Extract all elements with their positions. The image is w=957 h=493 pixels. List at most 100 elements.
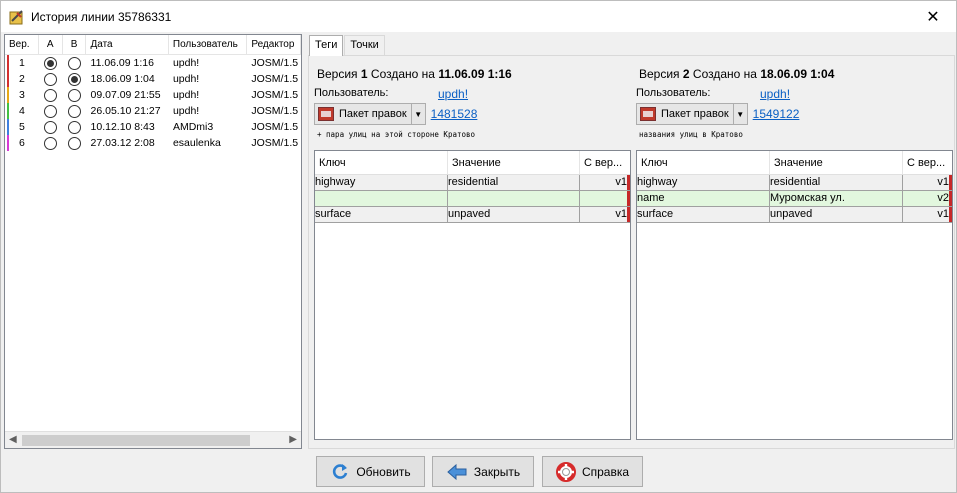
radio-a[interactable] xyxy=(39,56,63,70)
version-b-changeset-label: Пакет правок xyxy=(661,108,729,120)
version-b-changeset-link[interactable]: 1549122 xyxy=(753,107,800,121)
radio-a[interactable] xyxy=(39,120,63,134)
version-b-changeset-button[interactable]: Пакет правок xyxy=(636,103,734,125)
version-color-bar xyxy=(7,87,9,103)
radio-a[interactable] xyxy=(39,136,63,150)
version-b-number: 2 xyxy=(682,67,690,81)
radio-b[interactable] xyxy=(63,72,87,86)
radio-a[interactable] xyxy=(39,104,63,118)
history-row[interactable]: 3 09.07.09 21:55 updh! JOSM/1.5 ( xyxy=(5,87,301,103)
radio-b[interactable] xyxy=(63,120,87,134)
tag-value xyxy=(448,191,580,206)
refresh-label: Обновить xyxy=(356,464,411,479)
col-editor[interactable]: Редактор xyxy=(247,35,301,54)
tab-nodes[interactable]: Точки xyxy=(344,35,385,55)
col-version[interactable]: Вер. xyxy=(5,35,39,54)
radio-b[interactable] xyxy=(63,88,87,102)
row-date: 10.12.10 8:43 xyxy=(90,121,155,133)
radio-b-button[interactable] xyxy=(68,88,82,102)
help-button[interactable]: Справка xyxy=(542,456,643,487)
row-date: 27.03.12 2:08 xyxy=(90,137,155,149)
radio-a[interactable] xyxy=(39,72,63,86)
version-b-changeset-row: Пакет правок ▼ 1549122 xyxy=(636,103,834,125)
row-date: 18.06.09 1:04 xyxy=(90,73,155,85)
tag-row[interactable]: surface unpaved v1 xyxy=(315,207,630,223)
tag-marker xyxy=(627,191,630,206)
scroll-left-icon[interactable]: ◀ xyxy=(9,434,17,445)
row-user: AMDmi3 xyxy=(172,121,214,133)
radio-a-button[interactable] xyxy=(44,104,58,118)
version-a-prefix: Версия xyxy=(317,67,361,81)
close-label: Закрыть xyxy=(473,464,521,479)
tag-marker xyxy=(627,175,630,190)
tag-row[interactable]: highway residential v1 xyxy=(637,175,952,191)
changeset-icon xyxy=(640,107,656,121)
history-row[interactable]: 6 27.03.12 2:08 esaulenka JOSM/1.5 ( xyxy=(5,135,301,151)
version-a-changeset-button[interactable]: Пакет правок xyxy=(314,103,412,125)
radio-a-button[interactable] xyxy=(44,72,58,86)
chevron-down-icon[interactable]: ▼ xyxy=(411,103,426,125)
radio-a-button[interactable] xyxy=(44,120,58,134)
tag-value: unpaved xyxy=(770,207,903,222)
panel-splitter[interactable] xyxy=(304,34,307,449)
history-row[interactable]: 4 26.05.10 21:27 updh! JOSM/1.5 ( xyxy=(5,103,301,119)
radio-b[interactable] xyxy=(63,56,87,70)
version-a-tag-rows: highway residential v1 surface unpaved v1 xyxy=(315,175,630,223)
version-a-tag-header: Ключ Значение С вер... xyxy=(315,151,630,175)
row-version: 3 xyxy=(19,89,25,101)
col-since[interactable]: С вер... xyxy=(903,151,952,174)
row-version: 5 xyxy=(19,121,25,133)
tag-row[interactable]: highway residential v1 xyxy=(315,175,630,191)
title-bar: История линии 35786331 ✕ xyxy=(1,1,956,32)
row-editor: JOSM/1.5 ( xyxy=(251,73,302,85)
josm-app-icon xyxy=(9,9,25,25)
radio-a[interactable] xyxy=(39,88,63,102)
col-since[interactable]: С вер... xyxy=(580,151,630,174)
version-b-tag-header: Ключ Значение С вер... xyxy=(637,151,952,175)
row-date: 26.05.10 21:27 xyxy=(90,105,161,117)
scroll-thumb[interactable] xyxy=(22,435,250,446)
col-key[interactable]: Ключ xyxy=(315,151,448,174)
version-b-prefix: Версия xyxy=(639,67,683,81)
radio-b-button[interactable] xyxy=(68,136,82,150)
col-key[interactable]: Ключ xyxy=(637,151,770,174)
close-icon[interactable]: ✕ xyxy=(910,1,956,32)
version-a-changeset-link[interactable]: 1481528 xyxy=(431,107,478,121)
radio-b[interactable] xyxy=(63,136,87,150)
refresh-button[interactable]: Обновить xyxy=(316,456,425,487)
radio-b[interactable] xyxy=(63,104,87,118)
changeset-icon xyxy=(318,107,334,121)
tag-row[interactable]: surface unpaved v1 xyxy=(637,207,952,223)
tag-row[interactable]: name Муромская ул. v2 xyxy=(637,191,952,207)
radio-b-button[interactable] xyxy=(68,104,82,118)
radio-b-button[interactable] xyxy=(68,56,82,70)
tag-value: Муромская ул. xyxy=(770,191,903,206)
version-color-bar xyxy=(7,55,9,71)
col-user[interactable]: Пользователь xyxy=(169,35,248,54)
radio-b-button[interactable] xyxy=(68,120,82,134)
radio-b-button[interactable] xyxy=(68,72,82,86)
lifebuoy-icon xyxy=(555,461,576,482)
col-value[interactable]: Значение xyxy=(770,151,903,174)
history-row[interactable]: 2 18.06.09 1:04 updh! JOSM/1.5 ( xyxy=(5,71,301,87)
radio-a-button[interactable] xyxy=(44,88,58,102)
scroll-right-icon[interactable]: ▶ xyxy=(289,434,297,445)
row-editor: JOSM/1.5 ( xyxy=(251,137,302,149)
col-a[interactable]: A xyxy=(39,35,63,54)
close-button[interactable]: Закрыть xyxy=(432,456,534,487)
version-b-user-link[interactable]: updh! xyxy=(760,87,790,101)
horizontal-scrollbar[interactable]: ◀ ▶ xyxy=(5,431,301,448)
col-b[interactable]: B xyxy=(63,35,87,54)
radio-a-button[interactable] xyxy=(44,56,58,70)
history-row[interactable]: 5 10.12.10 8:43 AMDmi3 JOSM/1.5 ( xyxy=(5,119,301,135)
chevron-down-icon[interactable]: ▼ xyxy=(733,103,748,125)
history-header: Вер. A B Дата Пользователь Редактор xyxy=(5,35,301,55)
version-a-user-link[interactable]: updh! xyxy=(438,87,468,101)
tag-row[interactable] xyxy=(315,191,630,207)
radio-a-button[interactable] xyxy=(44,136,58,150)
col-date[interactable]: Дата xyxy=(86,35,169,54)
tab-tags[interactable]: Теги xyxy=(309,35,344,56)
col-value[interactable]: Значение xyxy=(448,151,580,174)
history-rows: 1 11.06.09 1:16 updh! JOSM/1.5 (2 18.06.09 1… xyxy=(5,55,301,151)
history-row[interactable]: 1 11.06.09 1:16 updh! JOSM/1.5 ( xyxy=(5,55,301,71)
